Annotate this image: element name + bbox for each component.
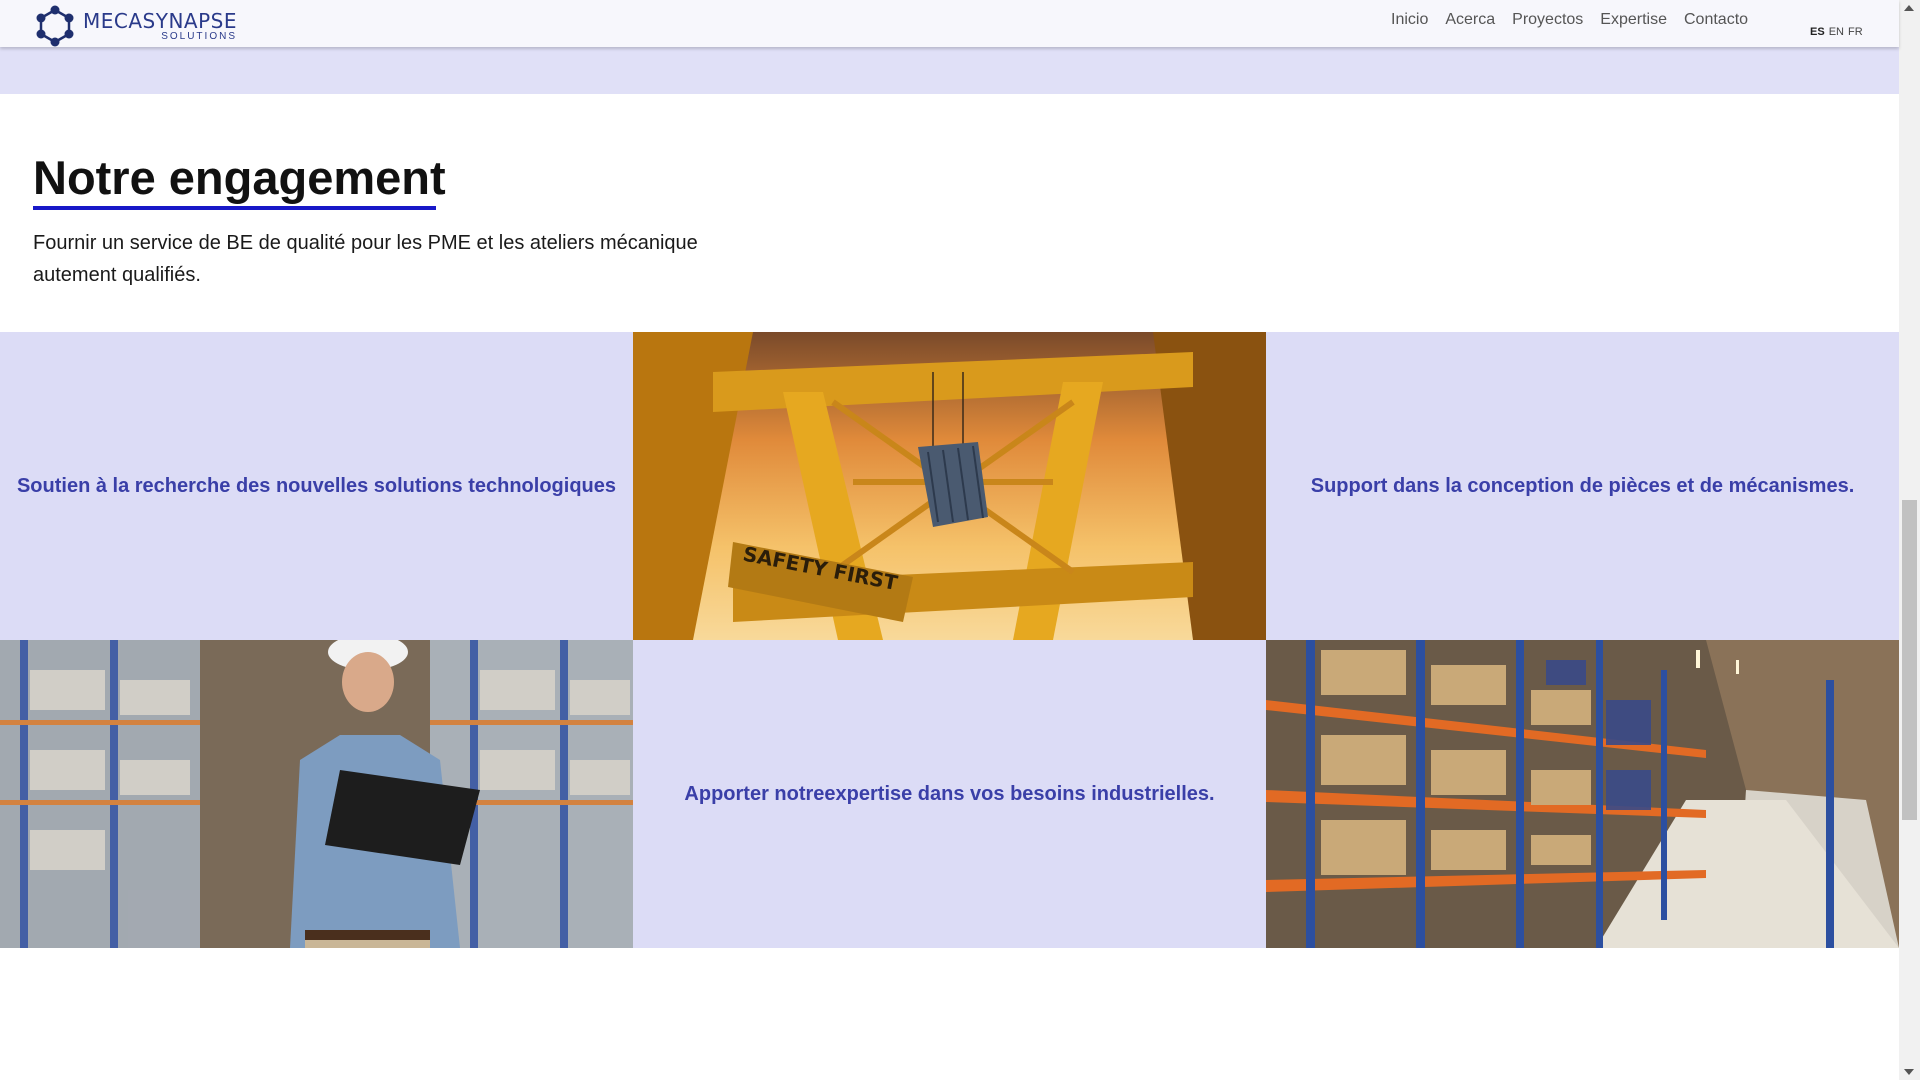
nav-contacto[interactable]: Contacto <box>1684 11 1748 29</box>
engagement-card-expertise: Apporter notreexpertise dans vos besoins… <box>633 640 1266 948</box>
nav-acerca[interactable]: Acerca <box>1445 11 1495 29</box>
logo-subtitle: SOLUTIONS <box>161 30 237 42</box>
section-title: Notre engagement <box>33 151 446 204</box>
main-nav: Inicio Acerca Proyectos Expertise Contac… <box>1391 11 1748 29</box>
warehouse-aisle-image <box>1266 640 1899 948</box>
lang-en[interactable]: EN <box>1829 26 1844 38</box>
molecule-logo-icon <box>36 5 74 47</box>
engagement-card-research: Soutien à la recherche des nouvelles sol… <box>0 332 633 640</box>
logo-name: MECASYNAPSE <box>83 8 237 33</box>
logo[interactable]: MECASYNAPSE SOLUTIONS <box>33 4 237 48</box>
site-header: MECASYNAPSE SOLUTIONS Inicio Acerca Proy… <box>0 0 1899 47</box>
title-underline <box>33 206 436 210</box>
warehouse-worker-illustration <box>0 640 633 948</box>
scroll-thumb[interactable] <box>1902 500 1917 820</box>
scroll-down-icon[interactable] <box>1904 1069 1914 1075</box>
nav-inicio[interactable]: Inicio <box>1391 11 1428 29</box>
scroll-up-icon[interactable] <box>1904 5 1914 11</box>
warehouse-aisle-illustration <box>1266 640 1899 948</box>
page-scrollbar[interactable] <box>1899 0 1920 1080</box>
top-band <box>0 47 1899 94</box>
nav-expertise[interactable]: Expertise <box>1600 11 1667 29</box>
engagement-grid: Soutien à la recherche des nouvelles sol… <box>0 332 1899 948</box>
lang-es[interactable]: ES <box>1810 26 1825 38</box>
warehouse-worker-image <box>0 640 633 948</box>
language-switcher: ES EN FR <box>1810 26 1863 38</box>
port-crane-image: SAFETY FIRST <box>633 332 1266 640</box>
port-crane-illustration: SAFETY FIRST <box>633 332 1266 640</box>
nav-proyectos[interactable]: Proyectos <box>1512 11 1583 29</box>
engagement-card-design: Support dans la conception de pièces et … <box>1266 332 1899 640</box>
section-description: Fournir un service de BE de qualité pour… <box>33 232 698 286</box>
lang-fr[interactable]: FR <box>1848 26 1863 38</box>
